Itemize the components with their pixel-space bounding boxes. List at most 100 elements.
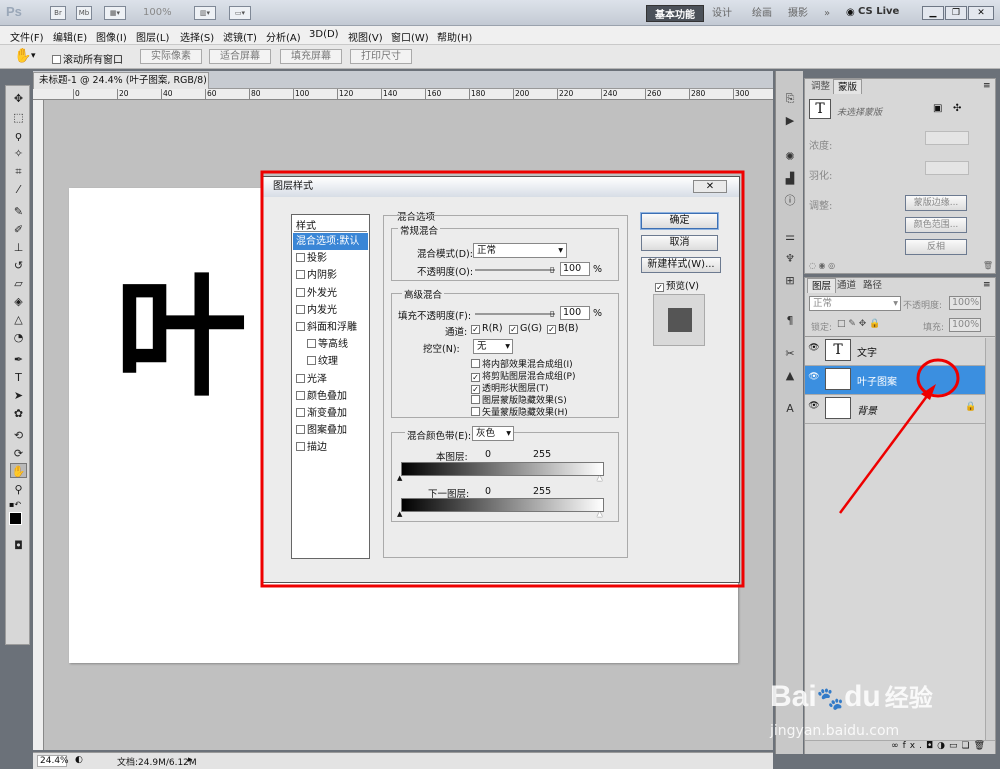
checkbox-icon[interactable] [296, 390, 305, 400]
knockout-select[interactable]: 无 ▾ [473, 339, 513, 354]
apply-mask-icon[interactable]: ◉ [819, 261, 826, 270]
menu-select[interactable]: 选择(S) [180, 29, 214, 44]
tool-presets-panel-icon[interactable]: ⊞ [781, 273, 799, 289]
style-item[interactable]: 图案叠加 [293, 422, 368, 439]
actions-panel-icon[interactable]: ▶ [781, 113, 799, 129]
checkbox-icon[interactable] [296, 304, 305, 314]
zoom-level-dropdown[interactable]: 100% [143, 7, 172, 18]
layer-name[interactable]: 背景 [857, 402, 877, 417]
adjustment-layer-icon[interactable]: ◑ [937, 741, 949, 751]
hand-tool-icon[interactable]: ✋ [14, 48, 31, 64]
underlying-black-slider[interactable]: ▲ [397, 510, 402, 518]
layer-name[interactable]: 文字 [857, 344, 877, 359]
opacity-slider-thumb[interactable]: ▯ [550, 265, 554, 274]
this-layer-black-slider[interactable]: ▲ [397, 474, 402, 482]
checkbox-icon[interactable] [296, 270, 305, 280]
style-item[interactable]: 等高线 [293, 336, 368, 353]
menu-file[interactable]: 文件(F) [10, 29, 44, 44]
status-zoom[interactable]: 24.4% [37, 755, 69, 767]
status-menu-icon[interactable]: ▸ [188, 755, 193, 765]
preview-checkbox[interactable]: ✓ 预览(V) [655, 278, 699, 292]
vector-mask-icon[interactable]: ✣ [953, 103, 961, 114]
menu-analysis[interactable]: 分析(A) [266, 29, 301, 44]
layer-row[interactable]: 👁 T 叶子图案 [805, 366, 995, 395]
style-item[interactable]: 外发光 [293, 285, 368, 302]
mask-edge-button[interactable]: 蒙版边缘... [905, 195, 967, 211]
zoom-tool-icon[interactable]: ⚲ [10, 482, 27, 497]
layer-row[interactable]: 👁 T 文字 [805, 337, 995, 366]
info-panel-icon[interactable]: ⓘ [781, 193, 799, 209]
style-item[interactable]: 投影 [293, 250, 368, 267]
style-item[interactable]: 内阴影 [293, 267, 368, 284]
path-select-tool-icon[interactable]: ➤ [10, 388, 27, 403]
tab-paths[interactable]: 路径 [859, 278, 886, 293]
shape-tool-icon[interactable]: ✿ [10, 406, 27, 421]
default-colors-icon[interactable]: ▪↶ [9, 500, 21, 509]
workspace-photography[interactable]: 摄影 [782, 6, 814, 21]
3d-orbit-tool-icon[interactable]: ⟳ [10, 446, 27, 461]
fill-slider-thumb[interactable]: ▯ [550, 309, 554, 318]
style-item[interactable]: 光泽 [293, 371, 368, 388]
density-input[interactable] [925, 131, 969, 145]
color-range-button[interactable]: 颜色范围... [905, 217, 967, 233]
3d-rotate-tool-icon[interactable]: ⟲ [10, 428, 27, 443]
layer-row[interactable]: 👁 背景 🔒 [805, 395, 995, 424]
layer-blend-mode-select[interactable]: 正常 ▾ [809, 296, 901, 311]
tab-masks[interactable]: 蒙版 [833, 79, 863, 94]
new-layer-icon[interactable]: ❏ [961, 741, 973, 751]
workspace-design[interactable]: 设计 [706, 6, 738, 21]
checkbox-icon[interactable] [296, 322, 305, 331]
menu-image[interactable]: 图像(I) [96, 29, 127, 44]
document-tab[interactable]: 未标题-1 @ 24.4% (叶子图案, RGB/8) * ✕ [33, 72, 209, 101]
history-panel-icon[interactable]: ⎘ [781, 91, 799, 107]
style-item[interactable]: 斜面和浮雕 [293, 319, 368, 336]
add-style-icon[interactable]: fx. [903, 741, 926, 751]
fill-opacity-input[interactable]: 100 [560, 306, 590, 320]
move-tool-icon[interactable]: ✥ [10, 91, 27, 106]
invert-button[interactable]: 反相 [905, 239, 967, 255]
blend-mode-select[interactable]: 正常 ▾ [473, 243, 567, 258]
opacity-slider[interactable] [475, 269, 555, 271]
foreground-color-swatch[interactable] [9, 512, 22, 525]
delete-layer-icon[interactable]: 🗑 [974, 741, 989, 751]
tab-adjustments[interactable]: 调整 [807, 79, 834, 94]
eyedropper-tool-icon[interactable]: ⁄ [10, 182, 27, 197]
style-item[interactable]: 纹理 [293, 353, 368, 370]
fit-screen-button[interactable]: 适合屏幕 [209, 49, 271, 64]
styles-header[interactable]: 样式 [294, 217, 367, 232]
style-item[interactable]: 混合选项:默认 [293, 233, 368, 250]
quick-mask-icon[interactable]: ◘ [10, 538, 27, 553]
eye-icon[interactable]: 👁 [807, 401, 821, 415]
pen-tool-icon[interactable]: ✒ [10, 352, 27, 367]
print-size-button[interactable]: 打印尺寸 [350, 49, 412, 64]
restore-button[interactable]: ❐ [945, 6, 967, 20]
tab-channels[interactable]: 通道 [833, 278, 860, 293]
style-item[interactable]: 颜色叠加 [293, 388, 368, 405]
healing-brush-tool-icon[interactable]: ✎ [10, 204, 27, 219]
navigator-panel-icon[interactable]: ✺ [781, 149, 799, 165]
clone-source-panel-icon[interactable]: ♆ [781, 251, 799, 267]
this-layer-gradient[interactable] [401, 462, 604, 476]
arrange-documents-icon[interactable]: ▥▾ [194, 6, 216, 20]
checkbox-icon[interactable] [296, 373, 305, 383]
disable-mask-icon[interactable]: ◎ [828, 261, 835, 270]
brush-panel-icon[interactable]: ⚌ [781, 229, 799, 245]
style-item[interactable]: 描边 [293, 439, 368, 456]
lasso-tool-icon[interactable]: ϙ [10, 128, 27, 143]
3d-panel-icon[interactable]: ▲ [781, 368, 799, 384]
more-workspaces-icon[interactable]: » [818, 6, 836, 21]
menu-help[interactable]: 帮助(H) [437, 29, 472, 44]
dodge-tool-icon[interactable]: ◔ [10, 330, 27, 345]
fill-opacity-slider[interactable] [475, 313, 555, 315]
menu-3d[interactable]: 3D(D) [309, 29, 339, 40]
histogram-panel-icon[interactable]: ▟ [781, 171, 799, 187]
cs-live-button[interactable]: CS Live [858, 6, 899, 17]
tab-layers[interactable]: 图层 [807, 278, 837, 293]
character-panel-icon[interactable]: A [781, 401, 799, 417]
eye-icon[interactable]: 👁 [807, 343, 821, 357]
style-item[interactable]: 渐变叠加 [293, 405, 368, 422]
bridge-icon[interactable]: Br [50, 6, 66, 20]
brush-tool-icon[interactable]: ✐ [10, 222, 27, 237]
advanced-option-checkbox[interactable]: 矢量蒙版隐藏效果(H) [471, 405, 568, 418]
panel-menu-icon[interactable]: ≡ [983, 280, 991, 290]
